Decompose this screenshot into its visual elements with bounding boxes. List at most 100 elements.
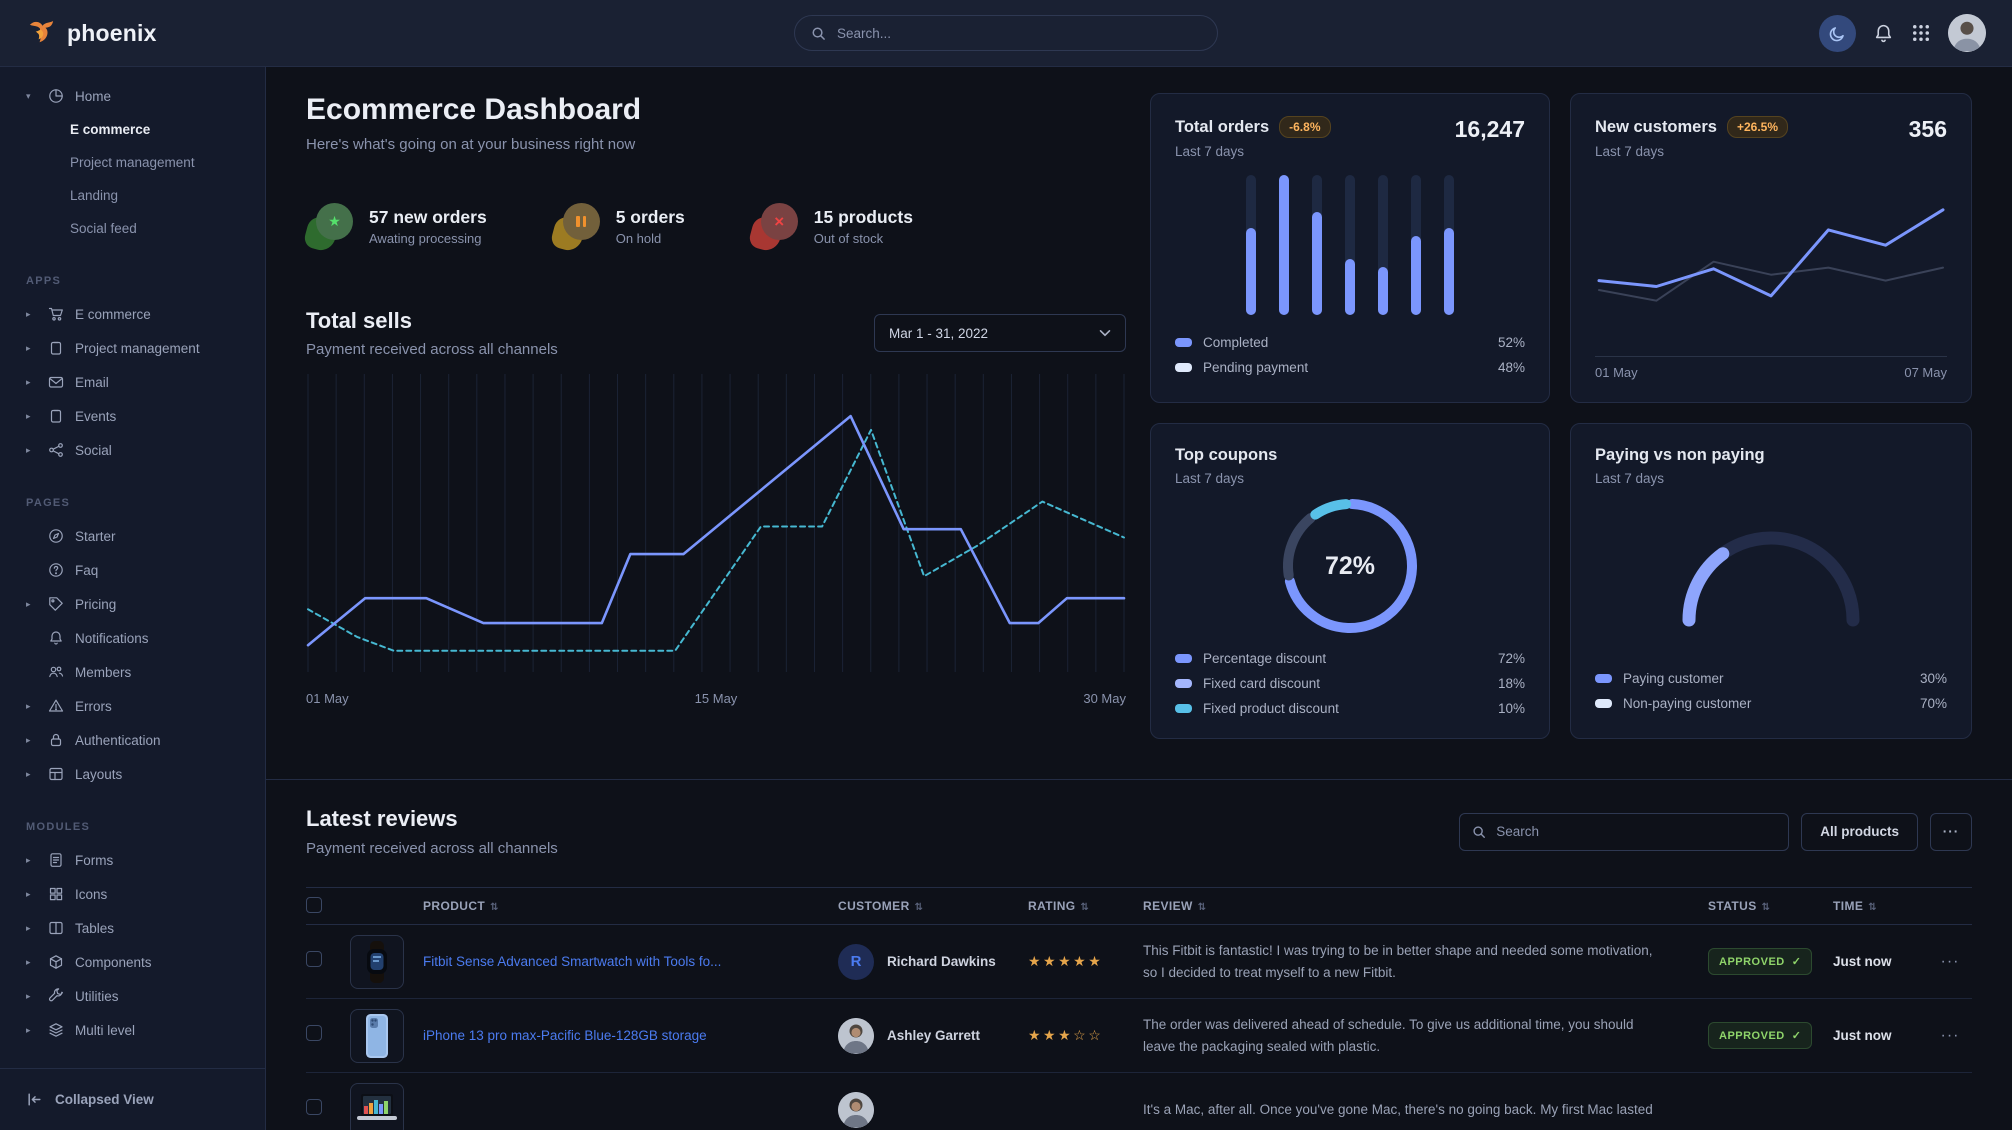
- review-text: The order was delivered ahead of schedul…: [1143, 1000, 1708, 1071]
- date-range-value: Mar 1 - 31, 2022: [889, 326, 988, 341]
- legend-item-fixed-product-discount: Fixed product discount10%: [1175, 696, 1525, 721]
- star-badge-icon: ★: [306, 203, 353, 250]
- status-badge: APPROVED✓: [1708, 1022, 1812, 1049]
- paying-title: Paying vs non paying: [1595, 446, 1765, 465]
- sidebar-subitem-social-feed[interactable]: Social feed: [0, 212, 265, 245]
- new-customers-x-labels: 01 May07 May: [1595, 356, 1947, 380]
- sidebar-item-authentication[interactable]: ▸Authentication: [0, 723, 265, 757]
- notifications-button[interactable]: [1873, 23, 1894, 44]
- sidebar-item-label: Components: [75, 955, 152, 970]
- sidebar-item-e-commerce[interactable]: ▸E commerce: [0, 297, 265, 331]
- sidebar-item-errors[interactable]: ▸Errors: [0, 689, 265, 723]
- sidebar-item-label: Notifications: [75, 631, 149, 646]
- product-thumbnail-laptop[interactable]: [350, 1083, 404, 1130]
- column-header-product[interactable]: PRODUCT⇅: [423, 899, 838, 913]
- customer-name: Ashley Garrett: [887, 1028, 980, 1043]
- product-link[interactable]: iPhone 13 pro max-Pacific Blue-128GB sto…: [423, 1028, 838, 1043]
- sidebar-item-pricing[interactable]: ▸Pricing: [0, 587, 265, 621]
- sidebar-subitem-project-management[interactable]: Project management: [0, 146, 265, 179]
- order-bar-fill: [1411, 236, 1421, 314]
- column-header-rating[interactable]: RATING⇅: [1028, 899, 1143, 913]
- reviews-subtitle: Payment received across all channels: [306, 840, 558, 857]
- main-content: Ecommerce Dashboard Here's what's going …: [266, 67, 2012, 1130]
- bell-icon: [48, 630, 65, 647]
- caret-right-icon: ▸: [26, 377, 38, 388]
- apps-grid-button[interactable]: [1911, 23, 1931, 43]
- sidebar-item-label: Multi level: [75, 1023, 135, 1038]
- row-checkbox[interactable]: [306, 951, 322, 967]
- collapse-sidebar-button[interactable]: Collapsed View: [0, 1068, 265, 1130]
- row-actions-button[interactable]: ···: [1928, 1027, 1972, 1045]
- sidebar-item-utilities[interactable]: ▸Utilities: [0, 979, 265, 1013]
- sidebar-item-multi-level[interactable]: ▸Multi level: [0, 1013, 265, 1047]
- sidebar-item-tables[interactable]: ▸Tables: [0, 911, 265, 945]
- lock-icon: [48, 732, 65, 749]
- total-orders-title: Total orders: [1175, 118, 1269, 137]
- sidebar-item-home[interactable]: ▾Home: [0, 79, 265, 113]
- sidebar-subitem-e-commerce[interactable]: E commerce: [0, 113, 265, 146]
- x-badge-icon: ×: [751, 203, 798, 250]
- stat-label: On hold: [616, 231, 685, 246]
- x-axis-label: 15 May: [695, 691, 738, 706]
- column-header-review[interactable]: REVIEW⇅: [1143, 899, 1708, 913]
- legend-swatch: [1175, 338, 1192, 347]
- sidebar-item-forms[interactable]: ▸Forms: [0, 843, 265, 877]
- column-header-time[interactable]: TIME⇅: [1833, 899, 1928, 913]
- sidebar-item-icons[interactable]: ▸Icons: [0, 877, 265, 911]
- product-thumbnail-watch[interactable]: [350, 935, 404, 989]
- row-actions-button[interactable]: ···: [1928, 953, 1972, 971]
- order-bar-fill: [1378, 267, 1388, 315]
- customer-initial-avatar[interactable]: R: [838, 944, 874, 980]
- order-bar-fill: [1312, 212, 1322, 314]
- row-checkbox[interactable]: [306, 1025, 322, 1041]
- top-coupons-donut-chart: 72%: [1175, 486, 1525, 646]
- legend-swatch: [1595, 699, 1612, 708]
- brand-logo[interactable]: phoenix: [26, 18, 157, 49]
- theme-toggle-button[interactable]: [1819, 15, 1856, 52]
- sidebar-item-faq[interactable]: Faq: [0, 553, 265, 587]
- sidebar-item-label: Utilities: [75, 989, 119, 1004]
- stat-value: 15 products: [814, 207, 913, 228]
- all-products-filter-button[interactable]: All products: [1801, 813, 1918, 851]
- reviews-search-input[interactable]: [1496, 824, 1776, 839]
- sidebar-item-label: Faq: [75, 563, 98, 578]
- layout-icon: [48, 766, 65, 783]
- column-header-customer[interactable]: CUSTOMER⇅: [838, 899, 1028, 913]
- sidebar-item-email[interactable]: ▸Email: [0, 365, 265, 399]
- reviews-table-body: Fitbit Sense Advanced Smartwatch with To…: [306, 925, 1972, 1130]
- sidebar-item-project-management[interactable]: ▸Project management: [0, 331, 265, 365]
- search-icon: [811, 26, 826, 41]
- customer-photo-avatar[interactable]: [838, 1018, 874, 1054]
- review-text: It's a Mac, after all. Once you've gone …: [1143, 1085, 1708, 1130]
- sidebar-item-social[interactable]: ▸Social: [0, 433, 265, 467]
- stat-awating-processing: ★57 new ordersAwating processing: [306, 203, 487, 250]
- global-search[interactable]: [794, 15, 1218, 51]
- sidebar-item-events[interactable]: ▸Events: [0, 399, 265, 433]
- reviews-more-button[interactable]: ···: [1930, 813, 1972, 851]
- user-avatar[interactable]: [1948, 14, 1986, 52]
- sidebar-item-notifications[interactable]: Notifications: [0, 621, 265, 655]
- reviews-search[interactable]: [1459, 813, 1789, 851]
- legend-swatch: [1595, 674, 1612, 683]
- product-thumbnail-phone[interactable]: [350, 1009, 404, 1063]
- sidebar-item-components[interactable]: ▸Components: [0, 945, 265, 979]
- sidebar-item-layouts[interactable]: ▸Layouts: [0, 757, 265, 791]
- sidebar-item-starter[interactable]: Starter: [0, 519, 265, 553]
- table-icon: [48, 920, 65, 937]
- sidebar-item-members[interactable]: Members: [0, 655, 265, 689]
- product-link[interactable]: Fitbit Sense Advanced Smartwatch with To…: [423, 954, 838, 969]
- sidebar-subitem-landing[interactable]: Landing: [0, 179, 265, 212]
- donut-center-value: 72%: [1270, 486, 1430, 646]
- date-range-select[interactable]: Mar 1 - 31, 2022: [874, 314, 1126, 352]
- paying-period: Last 7 days: [1595, 471, 1765, 486]
- customer-photo-avatar[interactable]: [838, 1092, 874, 1128]
- sidebar-item-label: Authentication: [75, 733, 161, 748]
- column-label: RATING: [1028, 899, 1076, 913]
- row-checkbox[interactable]: [306, 1099, 322, 1115]
- file-icon: [48, 852, 65, 869]
- column-header-status[interactable]: STATUS⇅: [1708, 899, 1833, 913]
- select-all-checkbox[interactable]: [306, 897, 322, 913]
- new-customers-period: Last 7 days: [1595, 144, 1788, 159]
- navbar-actions: [1819, 14, 1986, 52]
- search-input[interactable]: [837, 26, 1201, 41]
